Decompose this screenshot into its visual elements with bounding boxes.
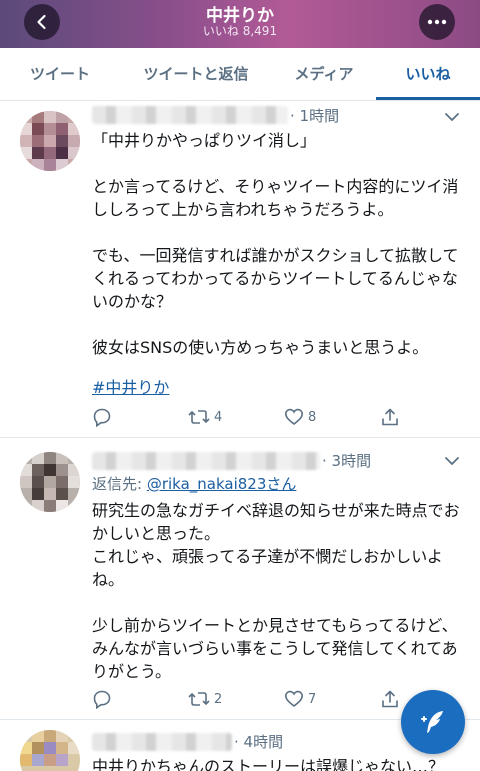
- more-horizontal-icon: [427, 19, 447, 25]
- more-button[interactable]: [419, 4, 455, 40]
- heart-icon: [284, 690, 304, 708]
- share-icon: [382, 690, 398, 708]
- tweet-actions: 2 7: [92, 688, 432, 710]
- reply-to: 返信先: @rika_nakai823さん: [92, 473, 296, 494]
- tweet-actions: 4 8: [92, 406, 432, 428]
- reply-to-label: 返信先:: [92, 475, 147, 493]
- like-button[interactable]: 7: [284, 688, 316, 710]
- retweet-button[interactable]: 4: [188, 406, 222, 428]
- likes-count: いいね 8,491: [202, 24, 278, 38]
- tab-likes[interactable]: いいね: [376, 48, 480, 100]
- like-count: 7: [308, 691, 317, 707]
- compose-tweet-button[interactable]: [401, 690, 465, 754]
- compose-feather-icon: [421, 711, 443, 733]
- active-tab-indicator: [376, 97, 480, 100]
- tab-tweets[interactable]: ツイート: [0, 48, 120, 100]
- share-button[interactable]: [380, 406, 400, 428]
- share-icon: [382, 408, 398, 426]
- reply-handle-link[interactable]: @rika_nakai823さん: [147, 475, 297, 493]
- author-name-redacted[interactable]: [92, 452, 320, 470]
- tweet-2[interactable]: · 3時間 返信先: @rika_nakai823さん 研究生の急なガチイベ辞退…: [0, 438, 480, 718]
- author-name-redacted[interactable]: [92, 733, 232, 751]
- avatar[interactable]: [20, 730, 80, 771]
- retweet-icon: [188, 410, 210, 424]
- tweet-1[interactable]: · 1時間 「中井りかやっぱりツイ消し」 とか言ってるけど、そりゃツイート内容的…: [0, 101, 480, 437]
- tweet-text: 中井りかちゃんのストーリーは誤爆じゃない…？: [92, 757, 445, 771]
- tweet-text: 「中井りかやっぱりツイ消し」 とか言ってるけど、そりゃツイート内容的にツイ消しし…: [92, 131, 459, 357]
- retweet-count: 2: [214, 691, 223, 707]
- author-name-redacted[interactable]: [92, 106, 288, 124]
- tweet-time: · 3時間: [322, 452, 372, 470]
- like-count: 8: [308, 409, 317, 425]
- heart-icon: [284, 408, 304, 426]
- hashtag-link[interactable]: #中井りか: [92, 374, 169, 398]
- share-button[interactable]: [380, 688, 400, 710]
- profile-header: 中井りか いいね 8,491: [0, 0, 480, 48]
- retweet-button[interactable]: 2: [188, 688, 222, 710]
- retweet-count: 4: [214, 409, 223, 425]
- tab-media[interactable]: メディア: [272, 48, 376, 100]
- avatar[interactable]: [20, 452, 80, 512]
- reply-icon: [93, 408, 111, 427]
- tweet-text: 研究生の急なガチイベ辞退の知らせが来た時点でおかしいと思った。 これじゃ、頑張っ…: [92, 501, 460, 681]
- reply-button[interactable]: [92, 688, 112, 710]
- reply-button[interactable]: [92, 406, 112, 428]
- reply-icon: [93, 690, 111, 709]
- chevron-down-icon[interactable]: [444, 456, 460, 466]
- chevron-down-icon[interactable]: [444, 112, 460, 122]
- tab-tweets-and-replies[interactable]: ツイートと返信: [120, 48, 272, 100]
- profile-tabs: ツイート ツイートと返信 メディア いいね: [0, 48, 480, 101]
- like-button[interactable]: 8: [284, 406, 316, 428]
- tweet-time: · 4時間: [234, 733, 284, 751]
- retweet-icon: [188, 692, 210, 706]
- avatar[interactable]: [20, 111, 80, 171]
- tweet-time: · 1時間: [290, 107, 340, 125]
